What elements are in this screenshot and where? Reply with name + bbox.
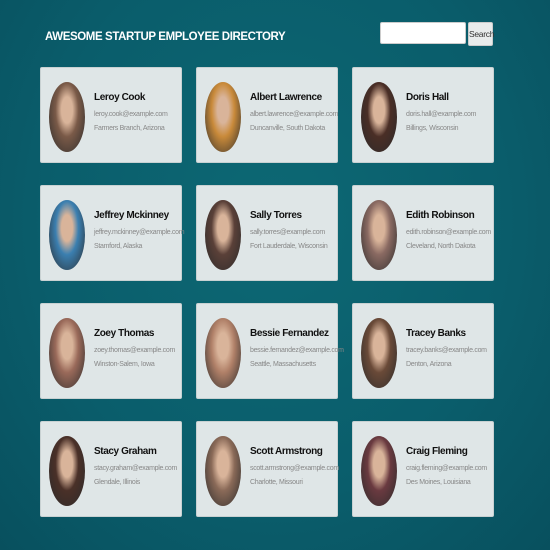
employee-email: edith.robinson@example.com [406, 229, 491, 236]
avatar [361, 436, 397, 506]
search-button[interactable]: Search [468, 22, 494, 46]
employee-name: Jeffrey Mckinney [94, 210, 169, 221]
employee-info: Zoey Thomas zoey.thomas@example.com Wins… [94, 328, 175, 368]
employee-location: Denton, Arizona [406, 361, 452, 368]
employee-location: Fort Lauderdale, Wisconsin [250, 243, 328, 250]
employee-card[interactable]: Albert Lawrence albert.lawrence@example.… [196, 67, 338, 163]
employee-name: Scott Armstrong [250, 446, 323, 457]
employee-info: Jeffrey Mckinney jeffrey.mckinney@exampl… [94, 210, 185, 250]
employee-email: albert.lawrence@example.com [250, 111, 339, 118]
employee-location: Farmers Branch, Arizona [94, 125, 165, 132]
avatar [49, 318, 85, 388]
employee-email: tracey.banks@example.com [406, 347, 487, 354]
employee-info: Edith Robinson edith.robinson@example.co… [406, 210, 491, 250]
employee-card[interactable]: Tracey Banks tracey.banks@example.com De… [352, 303, 494, 399]
employee-card[interactable]: Scott Armstrong scott.armstrong@example.… [196, 421, 339, 517]
avatar [49, 82, 85, 152]
employee-info: Leroy Cook leroy.cook@example.com Farmer… [94, 92, 168, 132]
employee-card[interactable]: Doris Hall doris.hall@example.com Billin… [352, 67, 494, 163]
employee-card[interactable]: Zoey Thomas zoey.thomas@example.com Wins… [40, 303, 182, 399]
employee-grid: Leroy Cook leroy.cook@example.com Farmer… [40, 67, 494, 517]
employee-name: Sally Torres [250, 210, 302, 221]
employee-name: Doris Hall [406, 92, 449, 103]
employee-name: Albert Lawrence [250, 92, 322, 103]
employee-card[interactable]: Leroy Cook leroy.cook@example.com Farmer… [40, 67, 182, 163]
employee-card[interactable]: Sally Torres sally.torres@example.com Fo… [196, 185, 338, 281]
avatar [205, 82, 241, 152]
employee-location: Seattle, Massachusetts [250, 361, 316, 368]
employee-name: Bessie Fernandez [250, 328, 329, 339]
employee-email: doris.hall@example.com [406, 111, 477, 118]
employee-info: Craig Fleming craig.fleming@example.com … [406, 446, 487, 486]
employee-email: scott.armstrong@example.com [250, 465, 339, 472]
employee-location: Winston-Salem, Iowa [94, 361, 155, 368]
employee-email: sally.torres@example.com [250, 229, 325, 236]
avatar [205, 436, 241, 506]
employee-location: Duncanville, South Dakota [250, 125, 325, 132]
employee-location: Cleveland, North Dakota [406, 243, 476, 250]
search-form: Search [380, 22, 494, 46]
employee-card[interactable]: Bessie Fernandez bessie.fernandez@exampl… [196, 303, 344, 399]
page-title: AWESOME STARTUP EMPLOYEE DIRECTORY [45, 31, 286, 43]
employee-email: stacy.graham@example.com [94, 465, 178, 472]
employee-name: Zoey Thomas [94, 328, 155, 339]
employee-card[interactable]: Jeffrey Mckinney jeffrey.mckinney@exampl… [40, 185, 185, 281]
employee-name: Leroy Cook [94, 92, 146, 103]
employee-location: Billings, Wisconsin [406, 125, 459, 132]
employee-location: Glendale, Illinois [94, 479, 140, 486]
employee-info: Scott Armstrong scott.armstrong@example.… [250, 446, 339, 486]
employee-email: craig.fleming@example.com [406, 465, 487, 472]
employee-info: Tracey Banks tracey.banks@example.com De… [406, 328, 487, 368]
employee-email: jeffrey.mckinney@example.com [94, 229, 185, 236]
employee-location: Charlotte, Missouri [250, 479, 303, 486]
search-input[interactable] [380, 22, 466, 44]
employee-name: Craig Fleming [406, 446, 468, 457]
employee-name: Tracey Banks [406, 328, 466, 339]
employee-email: bessie.fernandez@example.com [250, 347, 344, 354]
avatar [205, 200, 241, 270]
avatar [361, 82, 397, 152]
employee-location: Des Moines, Louisiana [406, 479, 471, 486]
employee-info: Bessie Fernandez bessie.fernandez@exampl… [250, 328, 344, 368]
employee-email: leroy.cook@example.com [94, 111, 168, 118]
avatar [361, 200, 397, 270]
avatar [49, 436, 85, 506]
avatar [361, 318, 397, 388]
employee-info: Stacy Graham stacy.graham@example.com Gl… [94, 446, 177, 486]
employee-info: Sally Torres sally.torres@example.com Fo… [250, 210, 328, 250]
employee-name: Edith Robinson [406, 210, 475, 221]
employee-location: Stamford, Alaska [94, 243, 143, 250]
employee-card[interactable]: Craig Fleming craig.fleming@example.com … [352, 421, 494, 517]
employee-card[interactable]: Stacy Graham stacy.graham@example.com Gl… [40, 421, 182, 517]
employee-email: zoey.thomas@example.com [94, 347, 176, 354]
employee-info: Doris Hall doris.hall@example.com Billin… [406, 92, 476, 132]
employee-card[interactable]: Edith Robinson edith.robinson@example.co… [352, 185, 494, 281]
employee-name: Stacy Graham [94, 446, 157, 457]
avatar [205, 318, 241, 388]
employee-info: Albert Lawrence albert.lawrence@example.… [250, 92, 338, 132]
avatar [49, 200, 85, 270]
